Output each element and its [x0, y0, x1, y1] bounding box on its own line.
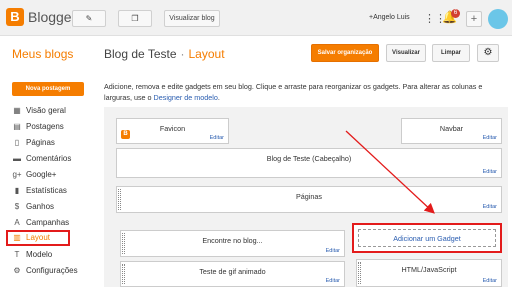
annotation-arrow — [345, 130, 435, 214]
arrow-line — [345, 130, 435, 214]
